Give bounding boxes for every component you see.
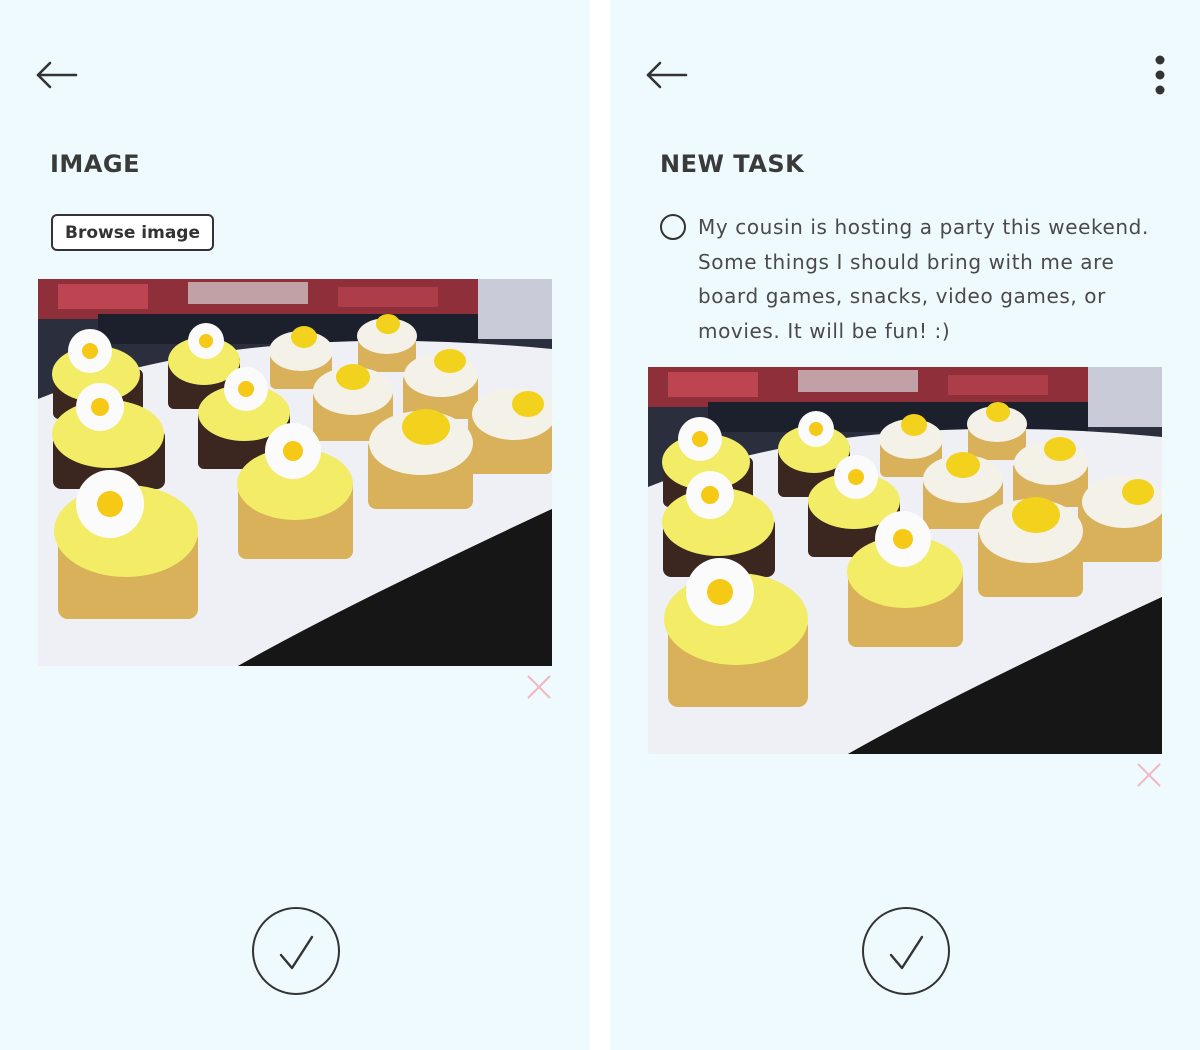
- browse-image-button[interactable]: Browse image: [51, 214, 214, 251]
- new-task-screen: NEW TASK My cousin is hosting a party th…: [610, 0, 1200, 1050]
- checkmark-icon: [279, 935, 314, 970]
- confirm-button[interactable]: [862, 907, 950, 995]
- more-vertical-icon: [1155, 55, 1165, 95]
- task-description: My cousin is hosting a party this weeken…: [698, 215, 1149, 343]
- checkmark-icon: [889, 935, 924, 970]
- close-icon: [1137, 763, 1161, 787]
- task-complete-radio[interactable]: [660, 214, 686, 240]
- task-image: [648, 367, 1162, 754]
- remove-image-button[interactable]: [1135, 761, 1163, 789]
- page-title: IMAGE: [50, 150, 140, 178]
- image-picker-screen: IMAGE Browse image: [0, 0, 590, 1050]
- remove-image-button[interactable]: [525, 673, 553, 701]
- confirm-button[interactable]: [252, 907, 340, 995]
- back-button[interactable]: [26, 55, 86, 95]
- close-icon: [527, 675, 551, 699]
- arrow-left-icon: [646, 61, 688, 89]
- more-options-button[interactable]: [1136, 50, 1176, 100]
- back-button[interactable]: [636, 55, 696, 95]
- arrow-left-icon: [36, 61, 78, 89]
- selected-image: [38, 279, 552, 666]
- page-title: NEW TASK: [660, 150, 805, 178]
